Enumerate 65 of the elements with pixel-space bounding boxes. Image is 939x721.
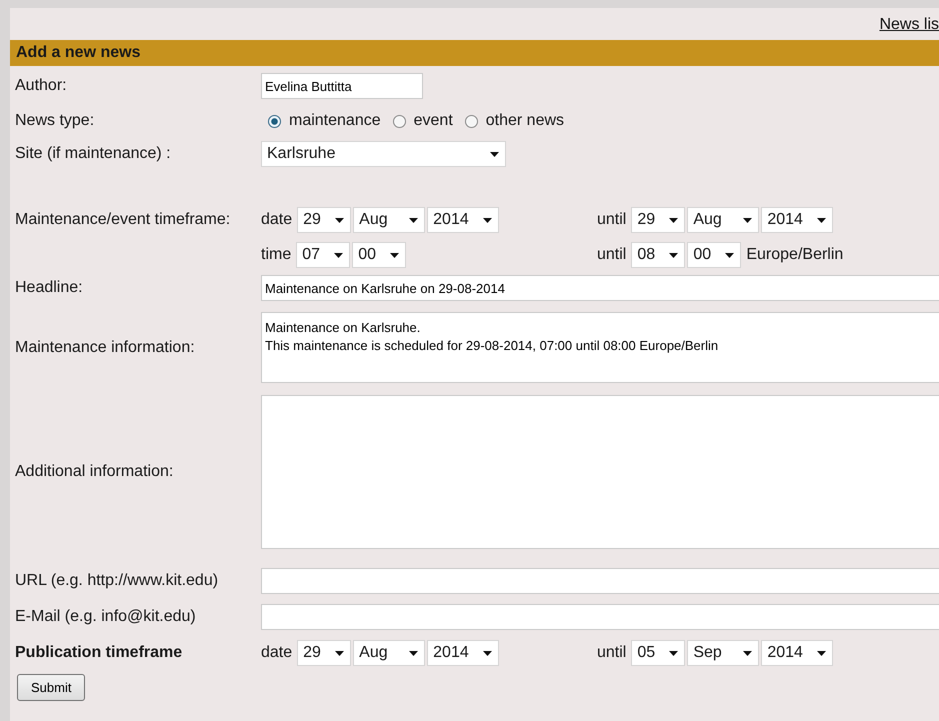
caret-icon [743,218,752,222]
dropdown[interactable]: 08 [631,242,686,268]
caret-icon [483,650,492,656]
radio-button[interactable] [268,114,281,128]
url-field[interactable] [261,568,939,594]
dropdown[interactable]: 29 [297,640,352,666]
dropdown[interactable]: 00 [352,242,406,268]
caret-icon [483,218,492,222]
caret-icon [669,252,678,258]
section-header: Add a new news [10,40,939,66]
maintenance-info-textarea[interactable]: Maintenance on Karlsruhe. This maintenance is scheduled for 29-08-2014, 07:00 until 08:00 Europe/Berlin [261,312,939,383]
field-prefix: time [261,246,292,264]
dropdown[interactable]: Aug [687,207,760,233]
radio-label: maintenance [289,112,381,130]
dropdown[interactable]: 05 [631,640,686,666]
site-dropdown[interactable]: Karlsruhe [261,141,506,167]
caret-icon [490,152,499,156]
dropdown[interactable]: Aug [353,207,426,233]
dropdown[interactable]: 2014 [427,640,500,666]
field-label: E-Mail (e.g. info@kit.edu) [15,608,197,626]
news-list-link[interactable]: News lis [879,16,939,33]
caret-icon [743,650,752,656]
field-label: Site (if maintenance) : [15,145,172,163]
timezone-label: Europe/Berlin [746,246,844,264]
field-prefix: until [597,644,626,662]
field-label: Publication timeframe [15,644,184,662]
submit-button[interactable]: Submit [17,674,86,701]
caret-icon [669,650,678,656]
dropdown[interactable]: 29 [297,207,352,233]
radio-button[interactable] [464,114,478,128]
caret-icon [817,650,826,656]
dropdown[interactable]: 00 [687,242,742,268]
caret-icon [669,218,678,222]
radio-label: other news [486,112,564,130]
caret-icon [409,218,418,222]
field-label: Author: [15,77,68,95]
caret-icon [409,650,418,656]
radio-button[interactable] [392,114,406,128]
caret-icon [335,650,344,656]
email-field[interactable] [261,604,939,630]
field-prefix: date [261,644,292,662]
radio-label: event [414,112,453,130]
caret-icon [725,252,734,258]
dropdown[interactable]: Sep [687,640,760,666]
caret-icon [817,218,826,222]
dropdown[interactable]: Aug [353,640,426,666]
field-label: URL (e.g. http://www.kit.edu) [15,572,220,590]
field-label: Maintenance information: [15,338,196,356]
caret-icon [390,252,400,258]
headline-field[interactable]: Maintenance on Karlsruhe on 29-08-2014 [261,275,939,301]
caret-icon [334,252,344,258]
field-label: Additional information: [15,463,174,481]
dropdown[interactable]: 2014 [761,640,834,666]
field-label: Maintenance/event timeframe: [15,211,232,229]
dropdown[interactable]: 2014 [761,207,834,233]
caret-icon [335,218,344,222]
field-label: Headline: [15,279,84,297]
field-prefix: until [597,246,626,264]
author-field[interactable]: Evelina Buttitta [261,73,423,99]
dropdown[interactable]: 29 [631,207,686,233]
field-label: News type: [15,112,96,130]
field-prefix: until [597,211,626,229]
dropdown[interactable]: 2014 [427,207,500,233]
dropdown[interactable]: 07 [296,242,350,268]
field-prefix: date [261,211,292,229]
